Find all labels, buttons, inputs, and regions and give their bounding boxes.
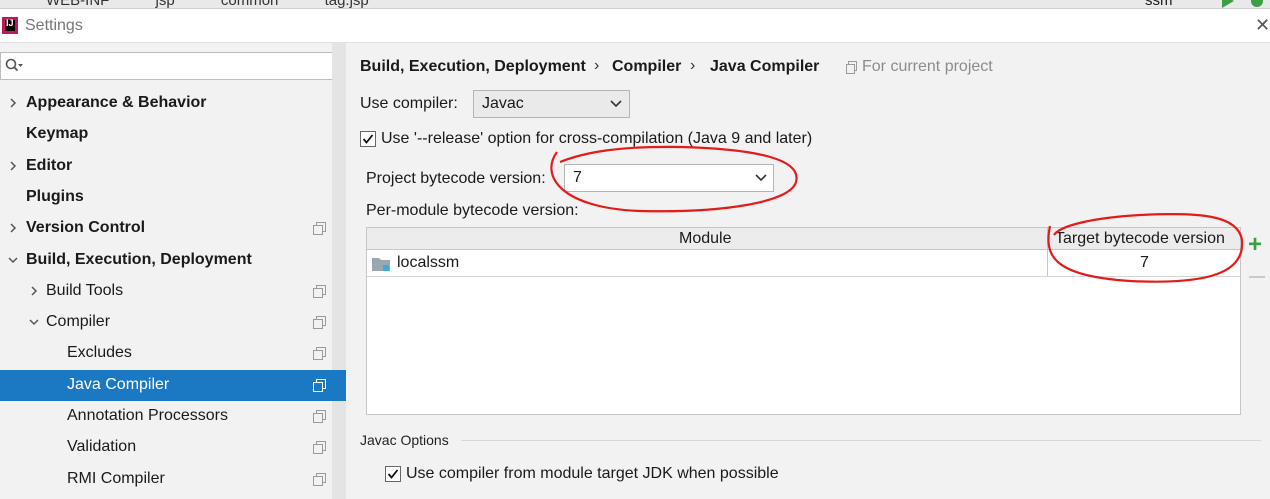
sidebar-item[interactable]: Version Control xyxy=(0,213,346,244)
ide-crumb[interactable]: WEB-INF xyxy=(46,0,109,8)
debug-icon[interactable] xyxy=(1250,0,1264,8)
chevron-down-icon xyxy=(755,174,767,182)
sidebar-item-label: RMI Compiler xyxy=(67,469,165,487)
window-title: Settings xyxy=(25,17,83,34)
sidebar-item[interactable]: Appearance & Behavior xyxy=(0,88,346,119)
ide-navigation-strip: WEB-INF jsp common tag.jsp ssm xyxy=(0,0,1270,9)
add-module-button[interactable]: + xyxy=(1248,233,1262,257)
sidebar-item-label: Excludes xyxy=(67,344,132,362)
scope-label: For current project xyxy=(862,58,993,75)
sidebar-item-label: Java Compiler xyxy=(67,375,170,393)
project-scope-icon xyxy=(313,284,326,298)
project-scope-icon xyxy=(313,347,326,361)
run-config-selector[interactable]: ssm xyxy=(1145,0,1173,8)
project-scope-icon xyxy=(313,316,326,330)
table-row[interactable]: localssm 7 xyxy=(367,250,1240,277)
breadcrumb-separator: › xyxy=(594,57,600,74)
chevron-right-icon[interactable] xyxy=(29,286,39,296)
breadcrumb-compiler[interactable]: Compiler xyxy=(612,58,681,76)
breadcrumb-build-execution-deployment[interactable]: Build, Execution, Deployment xyxy=(360,58,586,76)
sidebar-item-label: Plugins xyxy=(26,187,84,205)
chevron-right-icon[interactable] xyxy=(8,98,18,108)
project-scope-icon xyxy=(313,441,326,455)
module-name: localssm xyxy=(397,254,460,271)
sidebar-item[interactable]: Validation xyxy=(0,432,346,463)
sidebar-item[interactable]: Plugins xyxy=(0,182,346,213)
release-option-checkbox[interactable] xyxy=(360,131,376,147)
sidebar-item[interactable]: Build, Execution, Deployment xyxy=(0,245,346,276)
chevron-down-icon[interactable] xyxy=(29,317,39,327)
release-option-label: Use '--release' option for cross-compila… xyxy=(381,130,813,147)
use-compiler-label: Use compiler: xyxy=(360,95,458,112)
settings-search-input[interactable] xyxy=(0,52,338,80)
ide-crumb[interactable]: common xyxy=(221,0,279,8)
sidebar-item-label: Editor xyxy=(26,156,73,174)
sidebar-item[interactable]: Annotation Processors xyxy=(0,401,346,432)
checkmark-icon xyxy=(387,469,399,479)
per-module-label: Per-module bytecode version: xyxy=(366,202,579,219)
sidebar-item-label: Keymap xyxy=(26,125,89,143)
sidebar-item-label: Build, Execution, Deployment xyxy=(26,250,252,268)
column-header-target-version[interactable]: Target bytecode version xyxy=(1055,230,1225,248)
sidebar-item[interactable]: RMI Compiler xyxy=(0,464,346,495)
breadcrumb-java-compiler: Java Compiler xyxy=(710,58,820,75)
settings-sidebar: Appearance & Behavior Keymap Editor Plugins… xyxy=(0,43,346,499)
sidebar-item[interactable]: Compiler xyxy=(0,307,346,338)
project-scope-icon xyxy=(313,472,326,486)
project-scope-icon xyxy=(846,61,857,74)
ide-crumb[interactable]: jsp xyxy=(156,0,175,8)
table-header: Module Target bytecode version xyxy=(367,228,1240,250)
chevron-right-icon[interactable] xyxy=(8,223,18,233)
column-header-module[interactable]: Module xyxy=(679,230,731,248)
intellij-logo-icon: IJ xyxy=(2,17,18,34)
project-bytecode-select[interactable]: 7 xyxy=(564,164,774,192)
sidebar-item-label: Build Tools xyxy=(46,281,124,299)
sidebar-item-label: Version Control xyxy=(26,219,146,237)
module-jdk-checkbox[interactable] xyxy=(385,466,401,482)
sidebar-item-label: Appearance & Behavior xyxy=(26,94,207,111)
project-bytecode-label: Project bytecode version: xyxy=(366,170,546,187)
sidebar-item[interactable]: Build Tools xyxy=(0,276,346,307)
ide-breadcrumbs: WEB-INF jsp common tag.jsp xyxy=(0,0,391,8)
ide-crumb[interactable]: tag.jsp xyxy=(325,0,369,8)
close-icon[interactable]: ✕ xyxy=(1255,15,1270,36)
project-scope-icon xyxy=(313,410,326,423)
chevron-right-icon[interactable] xyxy=(8,161,18,171)
sidebar-item-label: Annotation Processors xyxy=(67,407,228,424)
module-target-version[interactable]: 7 xyxy=(1140,254,1149,272)
sidebar-item-label: Compiler xyxy=(46,313,111,331)
search-icon[interactable] xyxy=(5,58,23,74)
use-compiler-value: Javac xyxy=(482,95,524,112)
sidebar-item[interactable]: Excludes xyxy=(0,338,346,369)
sidebar-item[interactable]: Java Compiler xyxy=(0,369,346,401)
sidebar-item-label: Validation xyxy=(67,438,137,456)
chevron-down-icon xyxy=(610,100,622,108)
sidebar-item[interactable]: Editor xyxy=(0,151,346,182)
project-bytecode-value: 7 xyxy=(573,169,582,186)
module-jdk-label: Use compiler from module target JDK when… xyxy=(406,465,779,482)
project-scope-icon xyxy=(313,222,326,236)
module-folder-icon xyxy=(372,258,390,271)
checkmark-icon xyxy=(362,134,374,144)
java-compiler-panel: Build, Execution, Deployment › Compiler … xyxy=(347,43,1270,499)
sidebar-item[interactable]: Keymap xyxy=(0,119,346,150)
use-compiler-select[interactable]: Javac xyxy=(473,90,630,118)
javac-options-header: Javac Options xyxy=(360,432,449,448)
run-icon[interactable] xyxy=(1220,0,1234,8)
title-bar: IJ Settings ✕ xyxy=(0,9,1270,43)
chevron-down-icon[interactable] xyxy=(8,255,18,265)
module-bytecode-table: Module Target bytecode version localssm … xyxy=(366,227,1241,415)
project-scope-icon xyxy=(313,378,326,392)
section-divider xyxy=(461,440,1261,441)
remove-module-button[interactable] xyxy=(1249,276,1265,278)
breadcrumb-separator: › xyxy=(690,57,696,74)
